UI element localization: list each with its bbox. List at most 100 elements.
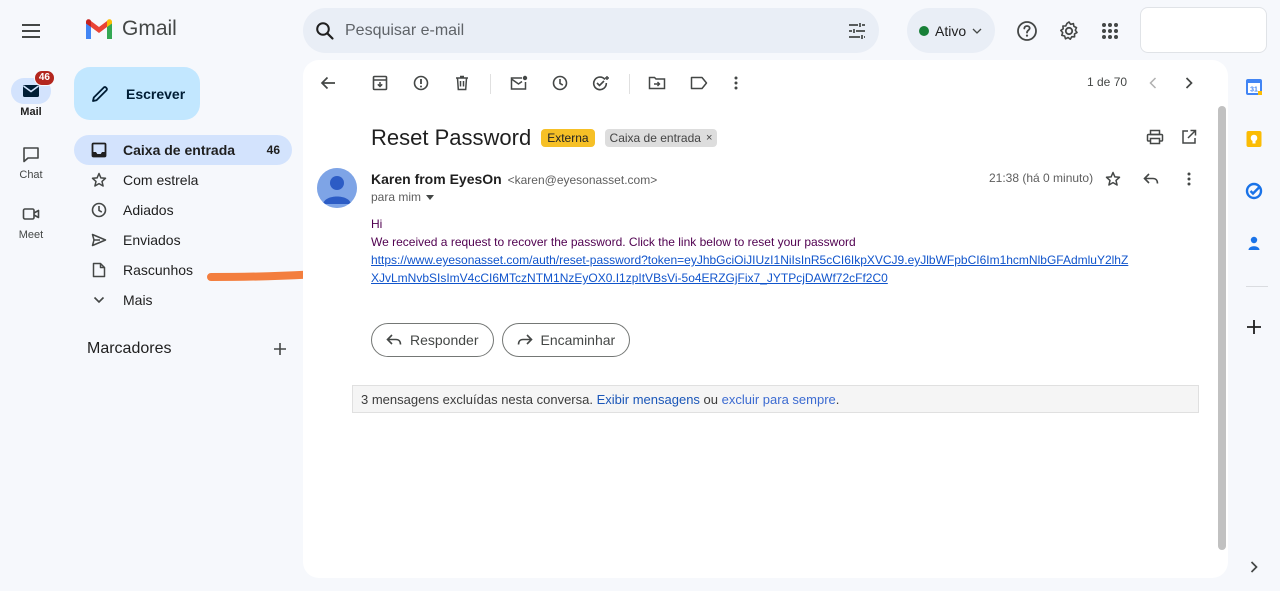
nav-item-starred[interactable]: Com estrela [74,165,292,195]
back-button[interactable] [316,71,340,95]
gmail-logo[interactable]: Gmail [84,17,177,41]
deleted-notice-text: 3 mensagens excluídas nesta conversa. [361,391,593,407]
contacts-app-button[interactable] [1244,233,1264,253]
move-folder-icon [648,76,666,90]
plus-icon [1247,320,1261,334]
newer-button[interactable] [1141,71,1165,95]
reply-button[interactable] [1139,167,1163,191]
deleted-notice-or: ou [699,391,722,407]
add-to-tasks-button[interactable] [589,71,613,95]
message-subject: Reset Password [371,125,532,150]
print-button[interactable] [1143,125,1167,149]
search-input[interactable] [345,21,847,40]
remove-label-button[interactable]: × [706,132,712,144]
sender-avatar[interactable] [317,168,357,208]
external-tag: Externa [541,129,595,147]
chevron-down-icon [972,28,982,34]
mark-unread-button[interactable] [507,71,531,95]
open-new-window-button[interactable] [1177,125,1201,149]
labels-section-header: Marcadores [87,340,287,358]
tune-icon [849,22,865,39]
more-options-button[interactable] [724,71,748,95]
message-body: Hi We received a request to recover the … [371,215,1131,287]
labels-heading: Marcadores [87,340,172,357]
keep-icon [1246,131,1262,147]
reply-action-button[interactable]: Responder [371,323,494,357]
archive-button[interactable] [368,71,392,95]
older-button[interactable] [1177,71,1201,95]
labels-button[interactable] [687,71,711,95]
rail-mail[interactable]: 46 Mail [0,70,62,118]
chat-icon [11,141,51,167]
deleted-notice-period: . [835,391,840,407]
status-selector[interactable]: Ativo [907,8,995,53]
gmail-m-icon [86,18,112,39]
sender-line: Karen from EyesOn <karen@eyesonasset.com… [371,171,657,187]
message-view: 1 de 70 Reset Password Externa Caixa de … [303,60,1228,578]
more-vert-icon [1187,172,1191,186]
nav-item-label: Com estrela [123,172,199,188]
nav-item-inbox[interactable]: Caixa de entrada 46 [74,135,292,165]
calendar-app-button[interactable]: 31 [1244,77,1264,97]
main-menu-button[interactable] [13,13,49,49]
trash-icon [456,75,468,91]
move-to-button[interactable] [645,71,669,95]
nav-item-snoozed[interactable]: Adiados [74,195,292,225]
tasks-app-button[interactable] [1244,181,1264,201]
support-button[interactable] [1009,13,1045,49]
nav-item-label: Adiados [123,202,174,218]
message-scrollbar[interactable] [1218,106,1226,550]
recipient-label: para mim [371,190,422,204]
rail-chat[interactable]: Chat [0,141,62,181]
nav-item-label: Caixa de entrada [123,142,236,158]
report-spam-button[interactable] [409,71,433,95]
clock-icon [552,75,568,91]
account-switcher[interactable] [1140,7,1267,53]
show-side-panel-button[interactable] [1244,557,1264,577]
clock-icon [90,202,108,218]
help-icon [1017,21,1037,41]
body-greeting: Hi [371,217,383,231]
show-messages-link[interactable]: Exibir mensagens [597,392,700,407]
message-toolbar: 1 de 70 [303,60,1228,106]
message-more-button[interactable] [1177,167,1201,191]
delete-button[interactable] [450,71,474,95]
chevron-down-icon [90,296,108,304]
apps-button[interactable] [1092,13,1128,49]
get-addons-button[interactable] [1244,317,1264,337]
reply-icon [386,334,402,345]
forward-action-button[interactable]: Encaminhar [501,323,631,357]
keep-app-button[interactable] [1244,129,1264,149]
delete-forever-link[interactable]: excluir para sempre [722,392,836,407]
nav-item-label: Mais [123,292,153,308]
pencil-icon [92,85,108,102]
archive-icon [372,75,388,91]
app-name: Gmail [122,17,177,40]
search-icon[interactable] [315,21,335,41]
arrow-left-icon [320,76,335,90]
chevron-right-icon [1250,561,1258,573]
sender-email: <karen@eyesonasset.com> [507,173,658,187]
pagination-text: 1 de 70 [1087,75,1128,89]
status-dot [919,25,929,36]
rail-meet[interactable]: Meet [0,201,62,241]
reset-password-link[interactable]: https://www.eyesonasset.com/auth/reset-p… [371,251,1131,287]
add-label-button[interactable] [273,342,287,356]
reply-label: Responder [410,332,479,348]
sender-name[interactable]: Karen from EyesOn [371,171,502,187]
recipient-details-toggle[interactable]: para mim [371,190,435,204]
message-timestamp: 21:38 (há 0 minuto) [989,171,1094,185]
star-button[interactable] [1101,167,1125,191]
search-options-button[interactable] [847,22,867,40]
reply-actions: Responder Encaminhar [371,323,631,357]
snooze-button[interactable] [548,71,572,95]
plus-icon [274,343,286,355]
hamburger-icon [22,24,40,38]
chevron-right-icon [1185,77,1193,89]
video-camera-icon [11,201,51,227]
svg-text:31: 31 [1250,87,1258,94]
inbox-label-chip: Caixa de entrada × [604,129,718,147]
compose-button[interactable]: Escrever [74,67,200,120]
search-bar[interactable] [303,8,879,53]
settings-button[interactable] [1051,13,1087,49]
